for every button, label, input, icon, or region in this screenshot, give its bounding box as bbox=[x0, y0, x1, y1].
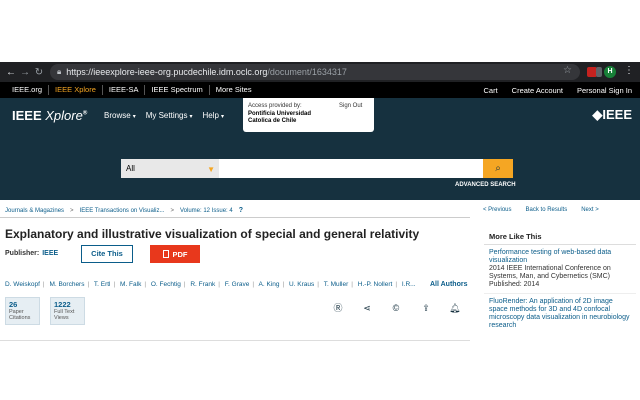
profile-avatar[interactable]: H bbox=[604, 66, 616, 78]
author-link[interactable]: R. Frank bbox=[190, 281, 215, 288]
full-text-views-metric[interactable]: 1222 Full Text Views bbox=[50, 297, 85, 325]
sign-out-link[interactable]: Sign Out bbox=[339, 103, 362, 109]
pdf-button[interactable]: PDF bbox=[150, 245, 200, 263]
related-item: FluoRender: An application of 2D image s… bbox=[484, 294, 636, 334]
alert-bell-icon[interactable]: 🔔︎ bbox=[449, 303, 460, 313]
author-link[interactable]: T. Ertl bbox=[94, 281, 111, 288]
breadcrumb-transactions[interactable]: IEEE Transactions on Visualiz... bbox=[80, 208, 165, 214]
related-item: Performance testing of web-based data vi… bbox=[484, 245, 636, 294]
previous-link[interactable]: < Previous bbox=[483, 207, 512, 213]
author-link[interactable]: T. Muller bbox=[324, 281, 349, 288]
ieee-logo[interactable]: ◆IEEE bbox=[592, 107, 632, 123]
related-item-date: Published: 2014 bbox=[489, 281, 540, 288]
cite-this-button[interactable]: Cite This bbox=[81, 245, 133, 263]
extension-puzzle-icon[interactable] bbox=[596, 67, 602, 77]
address-bar[interactable]: 🔒︎ https://ieeexplore-ieee-org.pucdechil… bbox=[50, 64, 580, 80]
more-like-this-panel: More Like This Performance testing of we… bbox=[484, 229, 636, 400]
advanced-search-link[interactable]: ADVANCED SEARCH bbox=[455, 182, 516, 188]
author-link[interactable]: O. Fechtig bbox=[151, 281, 181, 288]
page: ← → ↻ 🔒︎ https://ieeexplore-ieee-org.puc… bbox=[0, 0, 640, 400]
search-bar: All ▼ ⌕ bbox=[121, 159, 513, 178]
url-text: https://ieeexplore-ieee-org.pucdechile.i… bbox=[66, 67, 347, 77]
author-link[interactable]: U. Kraus bbox=[289, 281, 314, 288]
personal-sign-in-link[interactable]: Personal Sign In bbox=[577, 86, 632, 95]
main-menu: Browse ▾ My Settings ▾ Help ▾ bbox=[104, 111, 224, 120]
more-like-this-heading: More Like This bbox=[484, 229, 636, 245]
copyright-icon[interactable]: © bbox=[391, 303, 401, 313]
export-icon[interactable]: ⇪ bbox=[421, 303, 431, 313]
chevron-down-icon: ▾ bbox=[220, 114, 224, 120]
site-header: IEEE Xplore® Browse ▾ My Settings ▾ Help ▾ … bbox=[0, 98, 640, 200]
breadcrumb-journals[interactable]: Journals & Magazines bbox=[5, 208, 64, 214]
help-icon[interactable]: ? bbox=[239, 207, 243, 214]
results-nav: < Previous Back to Results Next > bbox=[483, 207, 599, 213]
pdf-icon bbox=[162, 250, 169, 258]
cart-link[interactable]: Cart bbox=[484, 86, 498, 95]
link-ieee-spectrum[interactable]: IEEE Spectrum bbox=[145, 85, 210, 95]
lock-icon: 🔒︎ bbox=[57, 67, 62, 76]
chevron-down-icon: ▾ bbox=[189, 114, 193, 120]
link-ieee-sa[interactable]: IEEE-SA bbox=[103, 85, 146, 95]
paper-citations-metric[interactable]: 26 Paper Citations bbox=[5, 297, 40, 325]
author-link[interactable]: H.-P. Nollert bbox=[358, 281, 393, 288]
link-more-sites[interactable]: More Sites bbox=[210, 85, 258, 95]
ieee-xplore-logo[interactable]: IEEE Xplore® bbox=[12, 108, 87, 123]
back-arrow-icon[interactable]: ← bbox=[4, 67, 18, 78]
author-link[interactable]: M. Borchers bbox=[49, 281, 84, 288]
reload-icon[interactable]: ↻ bbox=[32, 67, 46, 78]
chevron-down-icon: ▼ bbox=[207, 165, 215, 174]
all-authors-link[interactable]: All Authors bbox=[430, 281, 467, 288]
create-account-link[interactable]: Create Account bbox=[512, 86, 563, 95]
breadcrumb-volume[interactable]: Volume: 12 Issue: 4 bbox=[180, 208, 233, 214]
access-label: Access provided by: bbox=[248, 103, 302, 109]
ieee-top-links: IEEE.org IEEE Xplore IEEE-SA IEEE Spectr… bbox=[0, 82, 640, 98]
search-input[interactable] bbox=[219, 159, 483, 178]
link-ieee-xplore[interactable]: IEEE Xplore bbox=[49, 85, 103, 95]
next-link[interactable]: Next > bbox=[581, 207, 599, 213]
back-to-results-link[interactable]: Back to Results bbox=[526, 207, 568, 213]
menu-my-settings[interactable]: My Settings ▾ bbox=[146, 111, 193, 120]
author-link[interactable]: D. Weiskopf bbox=[5, 281, 40, 288]
related-item-title[interactable]: FluoRender: An application of 2D image s… bbox=[489, 298, 631, 330]
author-link[interactable]: I.R... bbox=[402, 281, 416, 288]
divider bbox=[0, 340, 470, 341]
article-title: Explanatory and illustrative visualizati… bbox=[5, 227, 420, 241]
publisher-name[interactable]: IEEE bbox=[42, 250, 58, 257]
author-link[interactable]: A. King bbox=[259, 281, 280, 288]
forward-arrow-icon[interactable]: → bbox=[18, 67, 32, 78]
related-item-venue: 2014 IEEE International Conference on Sy… bbox=[489, 265, 611, 280]
search-icon: ⌕ bbox=[495, 163, 501, 174]
browser-menu-icon[interactable]: ⋮ bbox=[624, 65, 634, 76]
related-item-title[interactable]: Performance testing of web-based data vi… bbox=[489, 249, 631, 265]
rights-icon[interactable]: Ⓡ bbox=[333, 303, 343, 313]
access-org: Pontificia Universidad Catolica de Chile bbox=[248, 111, 312, 124]
share-icon[interactable]: ⋖ bbox=[362, 303, 372, 313]
search-scope-select[interactable]: All ▼ bbox=[121, 159, 219, 178]
browser-toolbar: ← → ↻ 🔒︎ https://ieeexplore-ieee-org.puc… bbox=[0, 62, 640, 82]
author-link[interactable]: M. Falk bbox=[120, 281, 141, 288]
bookmark-star-icon[interactable]: ☆ bbox=[563, 65, 572, 76]
breadcrumb: Journals & Magazines > IEEE Transactions… bbox=[5, 207, 243, 214]
author-link[interactable]: F. Grave bbox=[225, 281, 250, 288]
search-button[interactable]: ⌕ bbox=[483, 159, 513, 178]
divider bbox=[0, 217, 470, 218]
publisher: Publisher: IEEE bbox=[5, 250, 59, 257]
chevron-down-icon: ▾ bbox=[132, 114, 136, 120]
link-ieee-org[interactable]: IEEE.org bbox=[0, 85, 50, 95]
author-list: D. Weiskopf | M. Borchers | T. Ertl | M. Fa… bbox=[5, 281, 416, 288]
menu-browse[interactable]: Browse ▾ bbox=[104, 111, 136, 120]
access-provided-box: Access provided by: Pontificia Universid… bbox=[243, 98, 374, 132]
menu-help[interactable]: Help ▾ bbox=[203, 111, 224, 120]
